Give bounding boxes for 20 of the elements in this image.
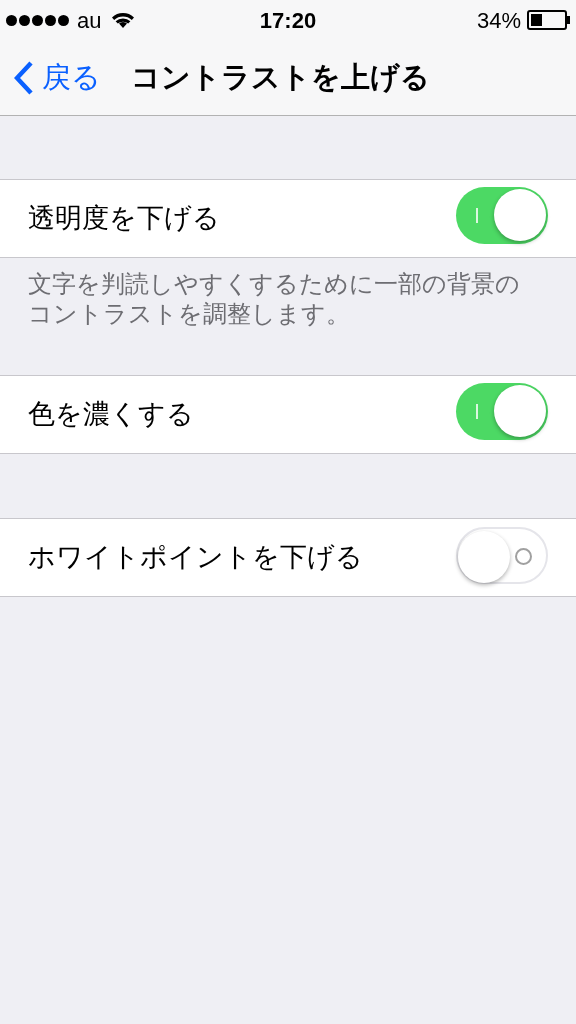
carrier-name: au (77, 6, 102, 35)
status-time: 17:20 (259, 6, 317, 35)
toggle-switch[interactable] (456, 526, 548, 584)
battery-percent: 34% (476, 6, 521, 35)
toggle-switch[interactable] (456, 186, 548, 244)
signal-icon (6, 14, 69, 26)
toggle-knob (458, 530, 510, 583)
nav-title: コントラストを上げる (131, 59, 430, 95)
toggle-switch[interactable] (456, 382, 548, 440)
row-label: 色を濃くする (28, 398, 194, 432)
battery-icon (527, 10, 570, 30)
toggle-knob (494, 384, 546, 437)
back-button[interactable]: 戻る (0, 55, 101, 100)
back-chevron-icon (14, 60, 34, 95)
row-label: ホワイトポイントを下げる (28, 541, 363, 575)
row-label: 透明度を下げる (28, 202, 220, 236)
toggle-knob (494, 188, 546, 241)
wifi-icon (111, 11, 136, 29)
off-label-icon (515, 547, 532, 565)
section-footer: 文字を判読しやすくするために一部の背景のコントラストを調整します。 (28, 269, 520, 329)
